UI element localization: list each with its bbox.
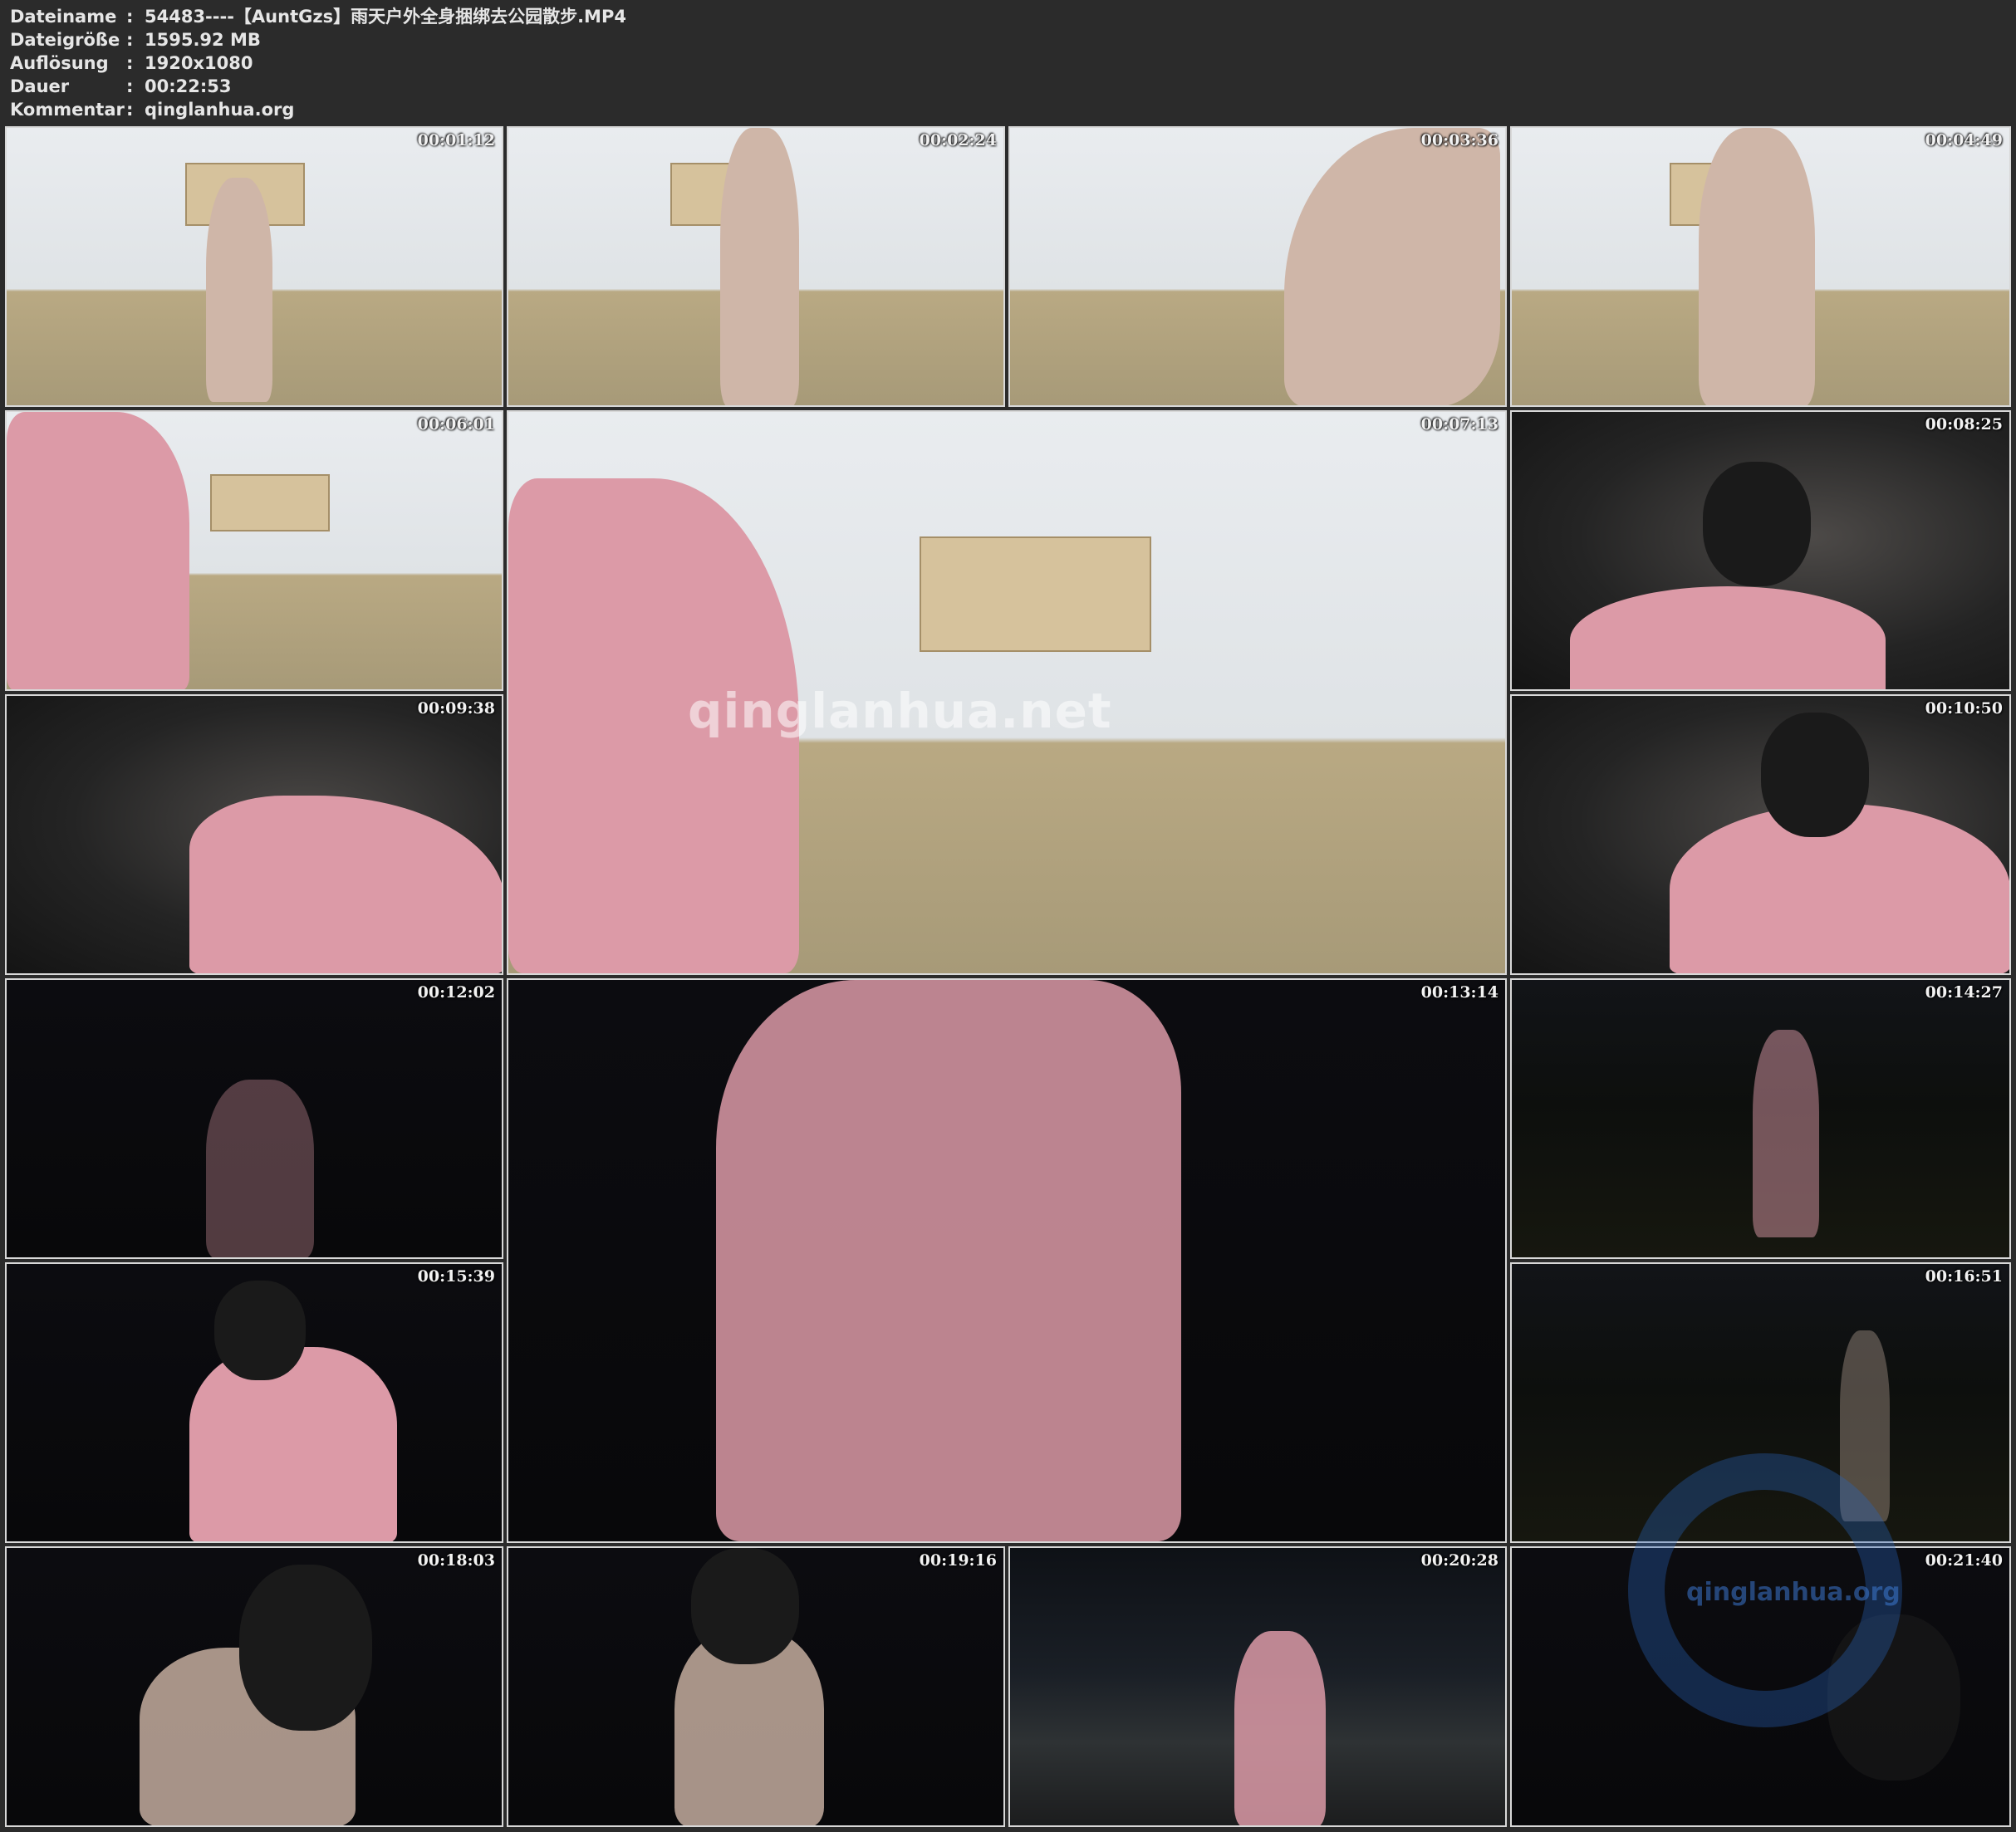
thumbnail-13[interactable]: 00:15:39 — [5, 1262, 503, 1543]
thumbnail-1[interactable]: 00:01:12 — [5, 126, 503, 407]
thumbnail-4[interactable]: 00:04:49 — [1510, 126, 2011, 407]
meta-row-filesize: Dateigröße : 1595.92 MB — [10, 28, 626, 51]
timestamp: 00:01:12 — [417, 131, 495, 149]
raincoat-figure — [7, 412, 189, 689]
thumbnail-8[interactable]: 00:09:38 — [5, 694, 503, 975]
masked-face — [214, 1281, 306, 1380]
watermark-center: qinglanhua.net — [688, 683, 1112, 739]
timestamp: 00:20:28 — [1420, 1551, 1499, 1570]
meta-row-duration: Dauer : 00:22:53 — [10, 75, 626, 98]
thumbnail-11-large[interactable]: 00:13:14 — [507, 978, 1507, 1543]
meta-key: Auflösung — [10, 53, 109, 73]
thumbnail-5[interactable]: 00:06:01 — [5, 410, 503, 691]
meta-row-filename: Dateiname : 54483----【AuntGzs】雨天户外全身捆绑去公… — [10, 5, 626, 28]
timestamp: 00:15:39 — [417, 1267, 495, 1286]
file-info-header: Dateiname : 54483----【AuntGzs】雨天户外全身捆绑去公… — [10, 5, 626, 121]
raincoat-figure — [1753, 1030, 1819, 1237]
meta-key: Dateigröße — [10, 30, 120, 50]
thumbnail-10[interactable]: 00:12:02 — [5, 978, 503, 1259]
masked-face — [1703, 462, 1811, 586]
wall-scroll — [920, 536, 1151, 652]
meta-value: 54483----【AuntGzs】雨天户外全身捆绑去公园散步.MP4 — [145, 7, 626, 27]
timestamp: 00:14:27 — [1925, 983, 2003, 1002]
thumbnail-3[interactable]: 00:03:36 — [1008, 126, 1507, 407]
masked-face — [691, 1548, 799, 1664]
timestamp: 00:21:40 — [1925, 1551, 2003, 1570]
thumbnail-12[interactable]: 00:14:27 — [1510, 978, 2011, 1259]
timestamp: 00:10:50 — [1925, 699, 2003, 718]
meta-row-comment: Kommentar : qinglanhua.org — [10, 98, 626, 121]
meta-value: qinglanhua.org — [145, 100, 295, 120]
masked-face — [1761, 713, 1869, 837]
meta-key: Kommentar — [10, 100, 125, 120]
meta-key: Dauer — [10, 76, 70, 96]
timestamp: 00:13:14 — [1420, 983, 1499, 1002]
person-figure — [1699, 128, 1815, 405]
wall-scroll — [210, 474, 330, 531]
person-figure — [206, 178, 272, 402]
meta-separator: : — [126, 7, 134, 27]
timestamp: 00:16:51 — [1925, 1267, 2003, 1286]
meta-value: 1595.92 MB — [145, 30, 261, 50]
thumbnail-2[interactable]: 00:02:24 — [507, 126, 1005, 407]
meta-key: Dateiname — [10, 7, 117, 27]
raincoat-figure — [189, 1347, 397, 1541]
meta-value: 00:22:53 — [145, 76, 232, 96]
thumbnail-16[interactable]: 00:19:16 — [507, 1546, 1005, 1827]
timestamp: 00:02:24 — [919, 131, 997, 149]
person-figure — [720, 128, 799, 405]
timestamp: 00:04:49 — [1925, 131, 2003, 149]
timestamp: 00:09:38 — [417, 699, 495, 718]
meta-separator: : — [126, 30, 134, 50]
timestamp: 00:08:25 — [1925, 415, 2003, 434]
meta-row-resolution: Auflösung : 1920x1080 — [10, 51, 626, 75]
watermark-corner: qinglanhua.org — [1686, 1578, 1901, 1607]
raincoat-figure — [1234, 1631, 1326, 1825]
timestamp: 00:06:01 — [417, 415, 495, 434]
thumbnail-17[interactable]: 00:20:28 — [1008, 1546, 1507, 1827]
timestamp: 00:18:03 — [417, 1551, 495, 1570]
meta-value: 1920x1080 — [145, 53, 253, 73]
thumbnail-9[interactable]: 00:10:50 — [1510, 694, 2011, 975]
person-figure — [1284, 128, 1500, 405]
timestamp: 00:03:36 — [1420, 131, 1499, 149]
timestamp: 00:12:02 — [417, 983, 495, 1002]
timestamp: 00:19:16 — [919, 1551, 997, 1570]
raincoat-figure — [189, 796, 502, 973]
meta-separator: : — [126, 76, 134, 96]
meta-separator: : — [126, 100, 134, 120]
thumbnail-15[interactable]: 00:18:03 — [5, 1546, 503, 1827]
timestamp: 00:07:13 — [1420, 415, 1499, 434]
raincoat-figure — [1570, 586, 1886, 689]
raincoat-figure — [206, 1080, 314, 1257]
raincoat-closeup — [716, 980, 1181, 1541]
thumbnail-7[interactable]: 00:08:25 — [1510, 410, 2011, 691]
meta-separator: : — [126, 53, 134, 73]
hair — [239, 1565, 372, 1731]
